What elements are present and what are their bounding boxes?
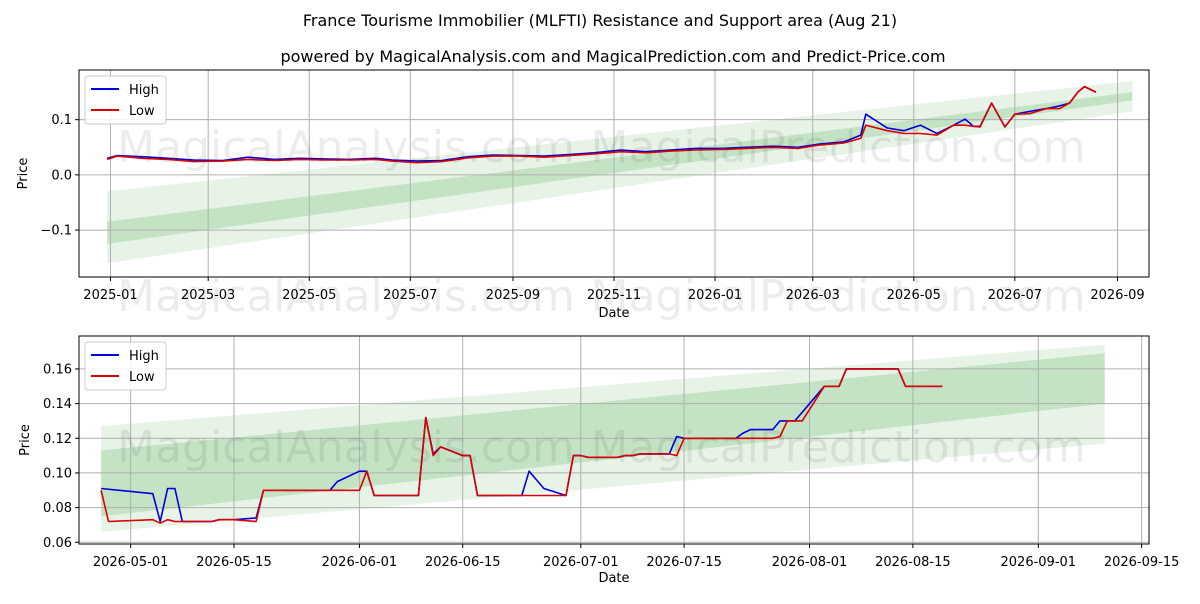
x-tick-label: 2026-07-15: [646, 555, 722, 570]
x-tick-label: 2026-09-15: [1104, 555, 1180, 570]
chart-subtitle: powered by MagicalAnalysis.com and Magic…: [280, 47, 945, 66]
y-axis-label: Price: [18, 424, 33, 456]
x-axis-label: Date: [598, 571, 629, 586]
y-tick-label: 0.08: [43, 501, 72, 516]
x-tick-label: 2026-05-01: [93, 555, 169, 570]
y-tick-label: 0.06: [43, 536, 72, 551]
y-tick-label: 0.14: [43, 397, 72, 412]
legend-label-high: High: [129, 349, 159, 364]
y-tick-label: 0.1: [51, 113, 72, 128]
y-tick-label: 0.12: [43, 432, 72, 447]
chart-canvas: France Tourisme Immobilier (MLFTI) Resis…: [16, 11, 1180, 586]
x-tick-label: 2026-09-01: [1001, 555, 1077, 570]
chart-title: France Tourisme Immobilier (MLFTI) Resis…: [303, 11, 897, 30]
x-tick-label: 2026-07-01: [543, 555, 619, 570]
x-tick-label: 2026-09: [1090, 288, 1144, 303]
x-tick-label: 2026-05-15: [196, 555, 272, 570]
watermark-mid-1: MagicalAnalysis.com: [117, 271, 575, 322]
legend-label-high: High: [129, 83, 159, 98]
x-tick-label: 2026-06-01: [322, 555, 398, 570]
legend: High Low: [84, 341, 167, 391]
x-tick-label: 2026-06-15: [425, 555, 501, 570]
x-tick-label: 2026-08-15: [875, 555, 951, 570]
y-axis-label: Price: [16, 158, 31, 190]
x-tick-label: 2026-08-01: [772, 555, 848, 570]
watermark-bottom-2: MagicalPrediction.com: [591, 422, 1086, 473]
legend: High Low: [84, 75, 167, 125]
watermark-top-1: MagicalAnalysis.com: [117, 122, 575, 173]
y-tick-label: 0.16: [43, 362, 72, 377]
y-tick-label: 0.0: [51, 168, 72, 183]
legend-label-low: Low: [129, 104, 155, 119]
watermark-bottom-1: MagicalAnalysis.com: [117, 422, 575, 473]
plot-area: [79, 70, 1149, 277]
y-tick-label: −0.1: [40, 224, 72, 239]
legend-label-low: Low: [129, 370, 155, 385]
watermark-top-2: MagicalPrediction.com: [591, 122, 1086, 173]
watermark-mid-2: MagicalPrediction.com: [591, 271, 1086, 322]
y-tick-label: 0.10: [43, 466, 72, 481]
figure: France Tourisme Immobilier (MLFTI) Resis…: [0, 0, 1200, 600]
